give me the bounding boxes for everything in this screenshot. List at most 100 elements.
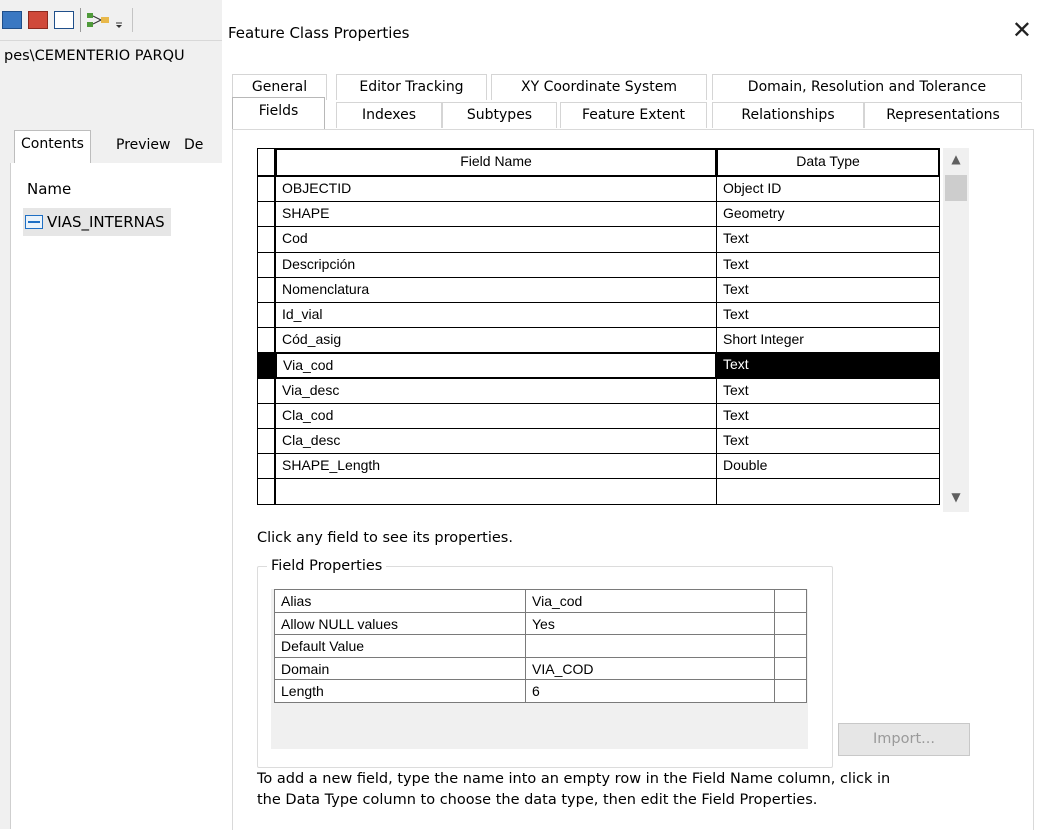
- name-column-header[interactable]: Name: [27, 180, 71, 198]
- property-value-cell[interactable]: VIA_COD: [525, 656, 775, 681]
- row-selector[interactable]: [257, 453, 275, 480]
- data-type-cell[interactable]: Geometry: [716, 201, 940, 228]
- field-name-cell[interactable]: [275, 478, 717, 505]
- data-type-cell[interactable]: Text: [716, 377, 940, 404]
- toolbox-icon[interactable]: [28, 11, 48, 29]
- row-selector[interactable]: [257, 276, 275, 303]
- property-value-cell[interactable]: Via_cod: [525, 589, 775, 613]
- row-selector[interactable]: [257, 176, 275, 203]
- row-selector[interactable]: [257, 428, 275, 455]
- location-bar[interactable]: pes\CEMENTERIO PARQU: [0, 41, 222, 125]
- tab-fields[interactable]: Fields: [232, 97, 325, 130]
- line-feature-class-icon: [25, 215, 43, 229]
- property-button-cell[interactable]: [774, 634, 807, 658]
- tab-xy-coordinate-system[interactable]: XY Coordinate System: [491, 74, 707, 100]
- field-name-cell[interactable]: Via_cod: [275, 352, 717, 379]
- row-selector[interactable]: [257, 226, 275, 253]
- modelbuilder-icon[interactable]: [86, 11, 110, 29]
- import-button[interactable]: Import...: [838, 723, 970, 756]
- data-type-header[interactable]: Data Type: [716, 148, 940, 176]
- field-name-cell[interactable]: SHAPE_Length: [275, 453, 717, 480]
- field-properties-grid: Alias Via_cod Allow NULL values Yes Default …: [271, 589, 808, 749]
- layer-name: VIAS_INTERNAS: [47, 213, 165, 231]
- row-selector[interactable]: [257, 251, 275, 278]
- row-selector[interactable]: [257, 478, 275, 505]
- field-hint: Click any field to see its properties.: [257, 530, 513, 546]
- data-type-cell[interactable]: Text: [716, 226, 940, 253]
- scroll-thumb[interactable]: [945, 175, 967, 201]
- window-icon[interactable]: [2, 11, 22, 29]
- footer-line-2: the Data Type column to choose the data …: [257, 792, 818, 808]
- field-name-cell[interactable]: Descripción: [275, 251, 717, 278]
- field-name-cell[interactable]: Cod: [275, 226, 717, 253]
- tab-editor-tracking[interactable]: Editor Tracking: [336, 74, 487, 100]
- data-type-cell[interactable]: Object ID: [716, 176, 940, 203]
- property-value-cell[interactable]: [525, 634, 775, 658]
- fields-grid[interactable]: Field Name Data Type OBJECTID Object ID SHAP…: [257, 148, 942, 512]
- field-name-cell[interactable]: Cla_desc: [275, 428, 717, 455]
- data-type-cell[interactable]: Text: [716, 428, 940, 455]
- catalog-window: pes\CEMENTERIO PARQU Contents Preview De…: [0, 0, 223, 829]
- field-name-cell[interactable]: OBJECTID: [275, 176, 717, 203]
- scroll-up-icon[interactable]: ▲: [943, 152, 969, 166]
- row-selector[interactable]: [257, 377, 275, 404]
- grid-corner-cell: [257, 148, 275, 176]
- python-window-icon[interactable]: [54, 11, 74, 29]
- data-type-cell[interactable]: Text: [716, 352, 940, 379]
- scroll-down-icon[interactable]: ▼: [943, 490, 969, 504]
- row-selector[interactable]: [257, 327, 275, 354]
- toolbar: [0, 0, 222, 41]
- field-name-cell[interactable]: Nomenclatura: [275, 276, 717, 303]
- property-button-cell[interactable]: [774, 679, 807, 703]
- toolbar-options-icon[interactable]: [114, 11, 124, 29]
- property-label-cell[interactable]: Default Value: [274, 634, 526, 658]
- contents-panel: Name VIAS_INTERNAS: [10, 163, 223, 829]
- toolbar-separator: [132, 8, 133, 32]
- property-label-cell[interactable]: Length: [274, 679, 526, 703]
- data-type-cell[interactable]: [716, 478, 940, 505]
- property-label-cell[interactable]: Alias: [274, 589, 526, 613]
- field-name-cell[interactable]: Cla_cod: [275, 402, 717, 429]
- data-type-cell[interactable]: Text: [716, 251, 940, 278]
- footer-instructions: To add a new field, type the name into a…: [257, 769, 977, 811]
- property-value-cell[interactable]: 6: [525, 679, 775, 703]
- row-selector[interactable]: [257, 302, 275, 329]
- property-button-cell[interactable]: [774, 656, 807, 681]
- field-name-cell[interactable]: Via_desc: [275, 377, 717, 404]
- toolbar-separator: [80, 8, 81, 32]
- tab-indexes[interactable]: Indexes: [336, 102, 442, 128]
- row-selector[interactable]: [257, 201, 275, 228]
- property-value-cell[interactable]: Yes: [525, 611, 775, 636]
- field-name-cell[interactable]: SHAPE: [275, 201, 717, 228]
- row-selector[interactable]: [257, 352, 275, 379]
- data-type-cell[interactable]: Text: [716, 402, 940, 429]
- data-type-cell[interactable]: Text: [716, 276, 940, 303]
- data-type-cell[interactable]: Double: [716, 453, 940, 480]
- property-label-cell[interactable]: Domain: [274, 656, 526, 681]
- tab-feature-extent[interactable]: Feature Extent: [560, 102, 707, 128]
- dialog-title: Feature Class Properties: [228, 24, 410, 42]
- tab-domain-resolution-tolerance[interactable]: Domain, Resolution and Tolerance: [712, 74, 1022, 100]
- location-path[interactable]: pes\CEMENTERIO PARQU: [4, 48, 185, 64]
- close-icon[interactable]: ✕: [1012, 18, 1032, 42]
- property-label-cell[interactable]: Allow NULL values: [274, 611, 526, 636]
- catalog-tabs: Contents Preview De: [0, 128, 222, 164]
- tab-representations[interactable]: Representations: [864, 102, 1022, 128]
- row-selector[interactable]: [257, 402, 275, 429]
- field-name-cell[interactable]: Id_vial: [275, 302, 717, 329]
- field-name-cell[interactable]: Cód_asig: [275, 327, 717, 354]
- tab-contents[interactable]: Contents: [14, 130, 91, 163]
- property-button-cell[interactable]: [774, 589, 807, 613]
- data-type-cell[interactable]: Short Integer: [716, 327, 940, 354]
- footer-line-1: To add a new field, type the name into a…: [257, 771, 891, 787]
- tab-description[interactable]: De: [178, 132, 209, 162]
- data-type-cell[interactable]: Text: [716, 302, 940, 329]
- field-name-header[interactable]: Field Name: [275, 148, 717, 176]
- fields-grid-scrollbar[interactable]: ▲ ▼: [943, 148, 969, 512]
- tab-relationships[interactable]: Relationships: [712, 102, 864, 128]
- layer-item[interactable]: VIAS_INTERNAS: [23, 208, 171, 236]
- tab-preview[interactable]: Preview: [110, 132, 177, 162]
- property-button-cell[interactable]: [774, 611, 807, 636]
- tab-subtypes[interactable]: Subtypes: [442, 102, 557, 128]
- field-properties-legend: Field Properties: [267, 558, 387, 574]
